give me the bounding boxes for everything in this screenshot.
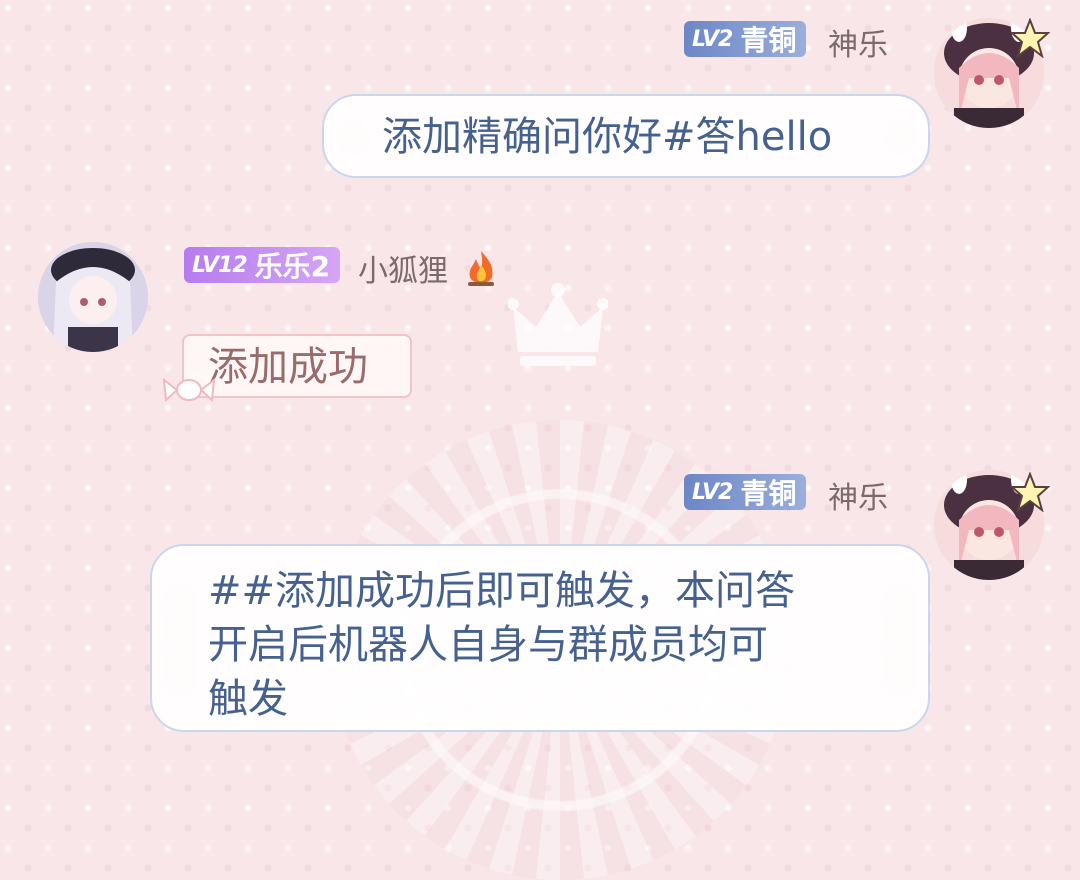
avatar[interactable] <box>38 242 148 352</box>
level-title: 青铜 <box>740 24 797 57</box>
sender-nickname[interactable]: 小狐狸 <box>358 246 498 290</box>
level-title: 乐乐2 <box>254 250 331 283</box>
user-avatar-icon <box>38 242 148 352</box>
star-icon <box>1010 472 1050 512</box>
sender-nickname[interactable]: 神乐 <box>828 20 888 64</box>
message-text-line: 触发 <box>208 676 288 722</box>
message-text: 添加成功 <box>208 344 368 390</box>
message-text-line: ##添加成功后即可触发，本问答 <box>208 568 796 614</box>
level-text: LV2 <box>692 479 733 505</box>
crown-decoration <box>508 283 608 366</box>
level-badge: LV12 乐乐2 <box>184 247 341 283</box>
message-bubble[interactable]: 添加精确问你好#答hello <box>322 94 930 178</box>
reply-bubble[interactable]: 添加成功 <box>182 334 412 398</box>
message-bubble[interactable]: ##添加成功后即可触发，本问答 开启后机器人自身与群成员均可 触发 <box>150 544 930 732</box>
level-text: LV12 <box>192 252 248 278</box>
message-text: 添加精确问你好#答hello <box>382 114 833 160</box>
candy-icon <box>162 377 216 403</box>
level-text: LV2 <box>692 26 733 52</box>
star-icon <box>1010 18 1050 58</box>
message-text-line: 开启后机器人自身与群成员均可 <box>208 622 768 668</box>
level-badge: LV2 青铜 <box>684 474 807 510</box>
sender-nickname[interactable]: 神乐 <box>828 473 888 517</box>
fire-icon <box>467 251 494 286</box>
level-badge: LV2 青铜 <box>684 21 807 57</box>
level-title: 青铜 <box>740 477 797 510</box>
